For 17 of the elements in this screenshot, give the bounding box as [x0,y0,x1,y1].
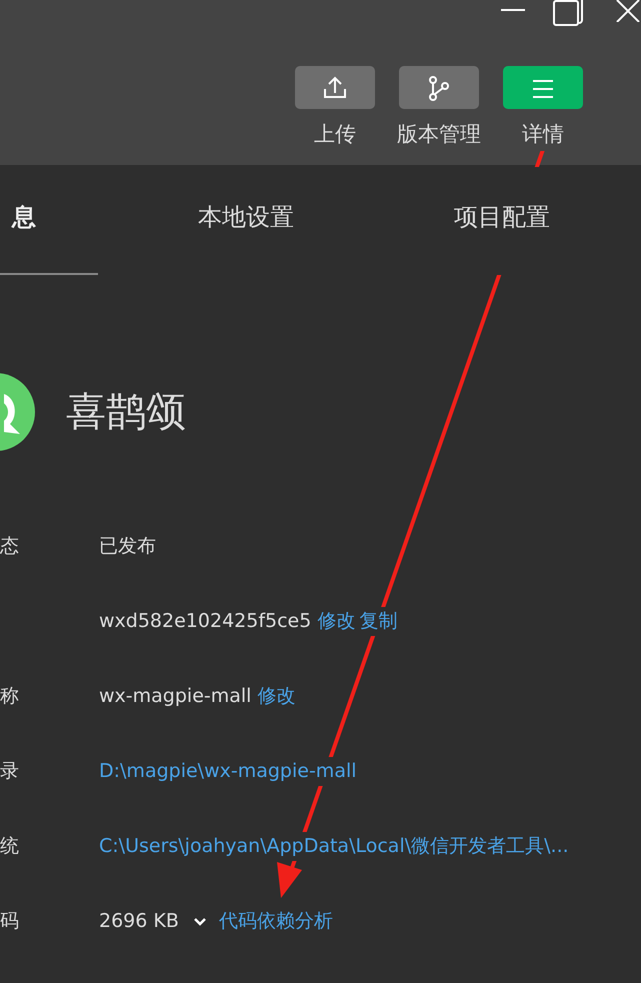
upload-icon [321,74,349,100]
toolbar-button[interactable] [295,66,375,109]
field-label: 称 [0,685,19,708]
path-link[interactable]: D:\magpie\wx-magpie-mall [99,757,357,786]
close-icon[interactable] [615,0,641,22]
toolbar-button[interactable] [399,66,479,109]
field-label: 统 [0,835,19,858]
app-name: 喜鹊颂 [66,388,186,437]
action-link[interactable]: 复制 [359,607,398,636]
field-label: 态 [0,535,19,558]
path-link[interactable]: C:\Users\joahyan\AppData\Local\微信开发者工具\... [99,832,569,861]
field-label: 录 [0,760,19,782]
field-label: 码 [0,910,19,932]
app-logo-icon [0,372,36,452]
tab[interactable]: 项目配置 [454,167,550,275]
chevron-down-icon[interactable] [192,917,207,926]
toolbar-button[interactable] [503,66,583,109]
